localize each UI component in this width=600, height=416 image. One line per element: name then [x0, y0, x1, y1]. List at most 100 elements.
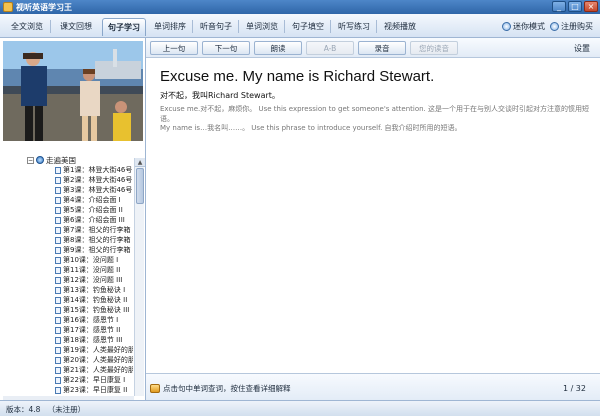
document-icon [55, 346, 61, 354]
lesson-item[interactable]: 第6课：介绍会面 III [55, 215, 133, 225]
document-icon [55, 386, 61, 394]
lesson-label: 第7课：祖父的行李箱 I [63, 226, 133, 234]
title-bar: 视听英语学习王 _ □ × [0, 0, 600, 14]
lesson-item[interactable]: 第13课：钓鱼秘诀 I [55, 285, 133, 295]
scroll-up-icon[interactable]: ▲ [135, 158, 145, 167]
version-label: 版本： [6, 405, 29, 414]
version-number: 4.8 [28, 405, 41, 414]
video-frame [3, 41, 143, 141]
lesson-label: 第19课：人类最好的朋友 I [63, 346, 133, 354]
tab-listen-sentence[interactable]: 听音句子 [196, 18, 236, 36]
lesson-item[interactable]: 第10课：没问题 I [55, 255, 133, 265]
speaker-icon [150, 384, 160, 393]
tab-full-text[interactable]: 全文浏览 [6, 18, 48, 36]
tree-scrollbar[interactable]: ▲ [134, 158, 145, 396]
lesson-label: 第5课：介绍会面 II [63, 206, 123, 214]
lesson-label: 第11课：没问题 II [63, 266, 121, 274]
document-icon [55, 356, 61, 364]
tab-text-recall[interactable]: 课文回想 [54, 18, 98, 36]
document-icon [55, 176, 61, 184]
lesson-item[interactable]: 第15课：钓鱼秘诀 III [55, 305, 133, 315]
tab-divider [284, 20, 285, 33]
close-button[interactable]: × [584, 1, 598, 12]
mini-mode-link[interactable]: 迷你模式 [502, 21, 545, 32]
lesson-label: 第8课：祖父的行李箱 II [63, 236, 133, 244]
english-sentence[interactable]: Excuse me. My name is Richard Stewart. [160, 68, 434, 85]
tab-divider [238, 20, 239, 33]
tab-fill-blank[interactable]: 句子填空 [288, 18, 328, 36]
lesson-item[interactable]: 第3课：林登大街46号 III [55, 185, 133, 195]
lesson-item[interactable]: 第18课：感恩节 III [55, 335, 133, 345]
document-icon [55, 196, 61, 204]
play-recording-button[interactable]: 您的读音 [410, 41, 458, 55]
lesson-item[interactable]: 第8课：祖父的行李箱 II [55, 235, 133, 245]
tab-sentence-study[interactable]: 句子学习 [102, 18, 146, 36]
lesson-item[interactable]: 第5课：介绍会面 II [55, 205, 133, 215]
lesson-label: 第17课：感恩节 II [63, 326, 121, 334]
hint: 点击句中单词查词，按住查看详细解释 [150, 383, 291, 394]
lesson-label: 第10课：没问题 I [63, 256, 119, 264]
register-link[interactable]: 注册购买 [550, 21, 593, 32]
lesson-label: 第12课：没问题 III [63, 276, 123, 284]
left-panel: − 走遍美国 第1课：林登大街46号 I 第2课：林登大街46号 II 第3课：… [0, 38, 146, 400]
scroll-thumb[interactable] [136, 168, 144, 204]
lesson-item[interactable]: 第16课：感恩节 I [55, 315, 133, 325]
register-label: 注册购买 [561, 22, 593, 31]
lesson-label: 第1课：林登大街46号 I [63, 166, 133, 174]
tree-root-label: 走遍美国 [46, 155, 76, 165]
tab-word-browse[interactable]: 单词浏览 [242, 18, 282, 36]
tab-word-order[interactable]: 单词排序 [150, 18, 190, 36]
explanation-text: Excuse me.对不起，麻烦你。 Use this expression t… [160, 105, 590, 134]
chinese-translation: 对不起，我叫Richard Stewart。 [160, 91, 280, 100]
lesson-label: 第22课：早日康复 I [63, 376, 126, 384]
lesson-item[interactable]: 第19课：人类最好的朋友 I [55, 345, 133, 355]
next-sentence-button[interactable]: 下一句 [202, 41, 250, 55]
document-icon [55, 226, 61, 234]
document-icon [55, 276, 61, 284]
lesson-item[interactable]: 第17课：感恩节 II [55, 325, 133, 335]
prev-sentence-button[interactable]: 上一句 [150, 41, 198, 55]
ab-repeat-button[interactable]: A-B [306, 41, 354, 55]
sentence-content: Excuse me. My name is Richard Stewart. 对… [146, 58, 600, 373]
lesson-item[interactable]: 第7课：祖父的行李箱 I [55, 225, 133, 235]
lesson-item[interactable]: 第4课：介绍会面 I [55, 195, 133, 205]
register-status: （未注册） [47, 405, 86, 414]
collapse-icon[interactable]: − [27, 156, 34, 164]
settings-link[interactable]: 设置 [574, 43, 590, 54]
hint-bar: 点击句中单词查词，按住查看详细解释 1 / 32 [146, 373, 600, 400]
mini-mode-icon [502, 22, 511, 31]
lesson-label: 第21课：人类最好的朋友 III [63, 366, 133, 374]
tree-root[interactable]: − 走遍美国 [27, 155, 76, 165]
document-icon [55, 266, 61, 274]
lesson-item[interactable]: 第14课：钓鱼秘诀 II [55, 295, 133, 305]
tab-divider [50, 20, 51, 33]
lesson-item[interactable]: 第23课：早日康复 II [55, 385, 133, 395]
lesson-item[interactable]: 第11课：没问题 II [55, 265, 133, 275]
lesson-item[interactable]: 第1课：林登大街46号 I [55, 165, 133, 175]
mini-mode-label: 迷你模式 [513, 22, 545, 31]
lesson-label: 第6课：介绍会面 III [63, 216, 125, 224]
document-icon [55, 286, 61, 294]
video-player[interactable] [3, 41, 143, 141]
lesson-item[interactable]: 第21课：人类最好的朋友 III [55, 365, 133, 375]
tab-divider [330, 20, 331, 33]
document-icon [55, 236, 61, 244]
version-info: 版本：4.8 （未注册） [6, 404, 85, 415]
page-indicator: 1 / 32 [562, 384, 586, 393]
tab-video-play[interactable]: 视频播放 [380, 18, 420, 36]
lesson-item[interactable]: 第2课：林登大街46号 II [55, 175, 133, 185]
lesson-item[interactable]: 第12课：没问题 III [55, 275, 133, 285]
document-icon [55, 216, 61, 224]
lesson-item[interactable]: 第22课：早日康复 I [55, 375, 133, 385]
lesson-label: 第14课：钓鱼秘诀 II [63, 296, 128, 304]
maximize-button[interactable]: □ [568, 1, 582, 12]
record-button[interactable]: 录音 [358, 41, 406, 55]
lesson-label: 第2课：林登大街46号 II [63, 176, 133, 184]
document-icon [55, 296, 61, 304]
tab-dictation[interactable]: 听写练习 [334, 18, 374, 36]
document-icon [55, 336, 61, 344]
minimize-button[interactable]: _ [552, 1, 566, 12]
lesson-item[interactable]: 第20课：人类最好的朋友 II [55, 355, 133, 365]
lesson-item[interactable]: 第9课：祖父的行李箱 III [55, 245, 133, 255]
read-aloud-button[interactable]: 朗读 [254, 41, 302, 55]
